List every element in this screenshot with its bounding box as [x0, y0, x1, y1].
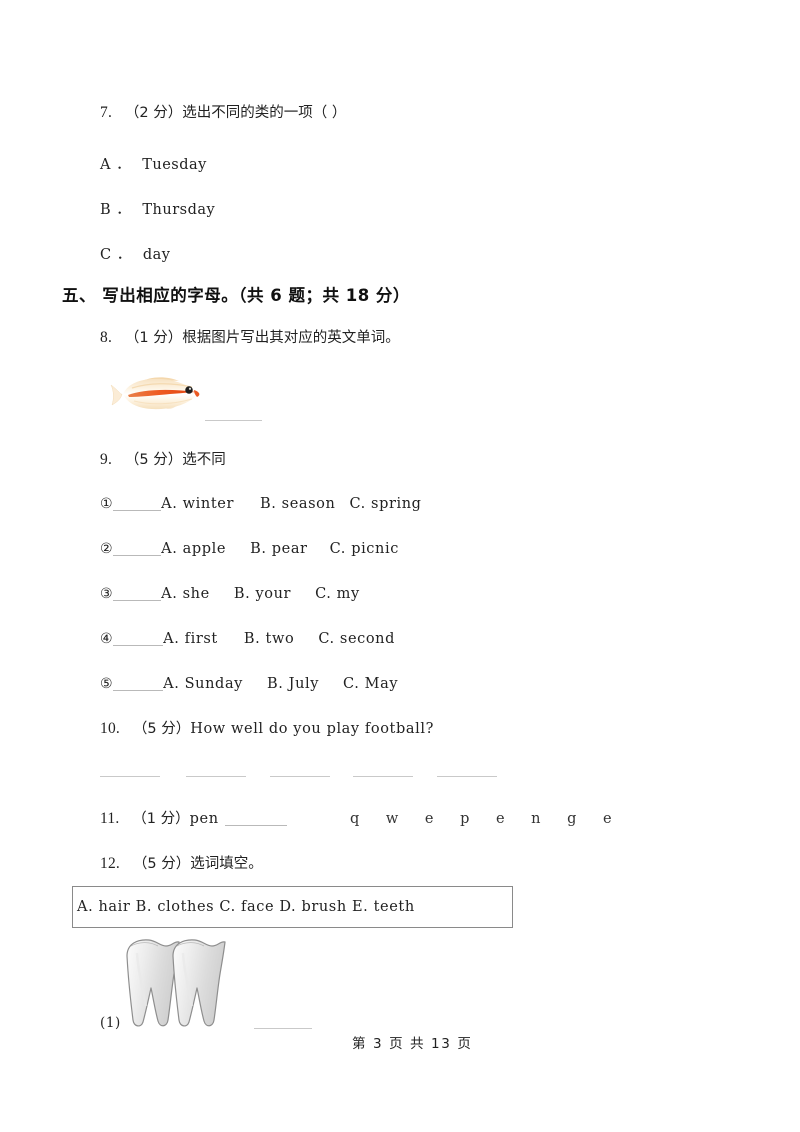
fish-illustration [106, 370, 204, 418]
question-11-letter-strip: q w e p e n g e [350, 811, 623, 827]
section-5-heading: 五、 写出相应的字母。（共 6 题；共 18 分） [62, 286, 410, 305]
question-8-answer-blank[interactable] [205, 420, 262, 421]
item-option-c[interactable]: C. May [343, 676, 398, 692]
item-marker: ② [100, 541, 114, 557]
page-footer: 第 3 页 共 13 页 [352, 1036, 473, 1052]
option-a-text: Tuesday [142, 157, 207, 173]
item-marker: ③ [100, 586, 114, 602]
question-12-prompt: 选词填空。 [190, 856, 263, 872]
item-option-a[interactable]: A. winter [161, 496, 234, 512]
question-9-item-2: ② A. apple B. pear C. picnic [100, 542, 399, 557]
question-7-number: 7. [100, 104, 113, 121]
item-option-b[interactable]: B. pear [250, 541, 308, 557]
question-9-item-5: ⑤ A. Sunday B. July C. May [100, 677, 398, 692]
question-12-sub-1-marker: (1) [100, 1015, 121, 1031]
option-c-label: C ． [100, 247, 132, 263]
item-option-c[interactable]: C. my [315, 586, 360, 602]
item-option-c[interactable]: C. spring [349, 496, 421, 512]
question-10-stem: 10. （5 分）How well do you play football? [100, 721, 434, 737]
item-option-a[interactable]: A. first [163, 631, 218, 647]
item-option-a[interactable]: A. Sunday [163, 676, 243, 692]
question-10-prompt: How well do you play football? [190, 721, 434, 737]
item-option-c[interactable]: C. picnic [330, 541, 399, 557]
question-9-number: 9. [100, 451, 113, 468]
item-answer-blank[interactable] [113, 510, 162, 511]
question-11-stem: 11. （1 分）pen [100, 811, 287, 827]
item-answer-blank[interactable] [113, 690, 164, 691]
question-11-answer-blank[interactable] [224, 825, 287, 826]
question-10-blank-4[interactable] [353, 776, 413, 777]
question-8-number: 8. [100, 329, 113, 346]
item-option-b[interactable]: B. your [234, 586, 291, 602]
question-8-score: （1 分） [124, 330, 183, 346]
option-b-text: Thursday [142, 202, 216, 218]
item-option-a[interactable]: A. she [161, 586, 210, 602]
item-option-a[interactable]: A. apple [161, 541, 226, 557]
question-7-prompt: 选出不同的类的一项（ ） [182, 105, 347, 121]
question-12-stem: 12. （5 分）选词填空。 [100, 856, 263, 872]
question-10-blank-5[interactable] [437, 776, 497, 777]
item-answer-blank[interactable] [113, 645, 164, 646]
question-12-word-bank-box: A. hair B. clothes C. face D. brush E. t… [72, 886, 513, 928]
item-answer-blank[interactable] [113, 600, 162, 601]
question-9-item-3: ③ A. she B. your C. my [100, 587, 360, 602]
option-b-label: B ． [100, 202, 132, 218]
question-9-score: （5 分） [124, 452, 183, 468]
question-12-word-bank-text: A. hair B. clothes C. face D. brush E. t… [77, 899, 415, 915]
question-11-prompt: pen [189, 811, 219, 827]
question-9-stem: 9. （5 分）选不同 [100, 452, 226, 468]
question-8-stem: 8. （1 分）根据图片写出其对应的英文单词。 [100, 330, 400, 346]
question-7-option-a[interactable]: A ． Tuesday [100, 153, 207, 174]
question-11-score: （1 分） [132, 811, 190, 827]
question-7-option-b[interactable]: B ． Thursday [100, 198, 215, 219]
option-c-text: day [142, 247, 171, 263]
question-9-item-1: ① A. winter B. season C. spring [100, 497, 422, 512]
question-12-number: 12. [100, 855, 120, 872]
question-7-stem: 7. （2 分）选出不同的类的一项（ ） [100, 105, 346, 121]
item-marker: ④ [100, 631, 114, 647]
question-7-score: （2 分） [124, 105, 183, 121]
item-marker: ① [100, 496, 114, 512]
item-option-c[interactable]: C. second [318, 631, 395, 647]
question-10-number: 10. [100, 720, 120, 737]
item-option-b[interactable]: B. two [244, 631, 294, 647]
question-12-sub-1-answer-blank[interactable] [254, 1028, 312, 1029]
teeth-illustration [120, 936, 230, 1032]
option-a-label: A ． [100, 157, 132, 173]
item-marker: ⑤ [100, 676, 114, 692]
question-11-number: 11. [100, 810, 120, 827]
question-8-prompt: 根据图片写出其对应的英文单词。 [182, 330, 400, 346]
question-12-score: （5 分） [132, 856, 191, 872]
question-10-blank-3[interactable] [270, 776, 330, 777]
question-7-option-c[interactable]: C ． day [100, 243, 170, 264]
item-option-b[interactable]: B. season [260, 496, 335, 512]
item-answer-blank[interactable] [113, 555, 162, 556]
document-page: 7. （2 分）选出不同的类的一项（ ） A ． Tuesday B ． Thu… [0, 0, 800, 1132]
question-10-blank-1[interactable] [100, 776, 160, 777]
item-option-b[interactable]: B. July [267, 676, 319, 692]
question-10-score: （5 分） [132, 721, 191, 737]
question-10-blank-2[interactable] [186, 776, 246, 777]
question-9-item-4: ④ A. first B. two C. second [100, 632, 395, 647]
question-9-prompt: 选不同 [182, 452, 226, 468]
